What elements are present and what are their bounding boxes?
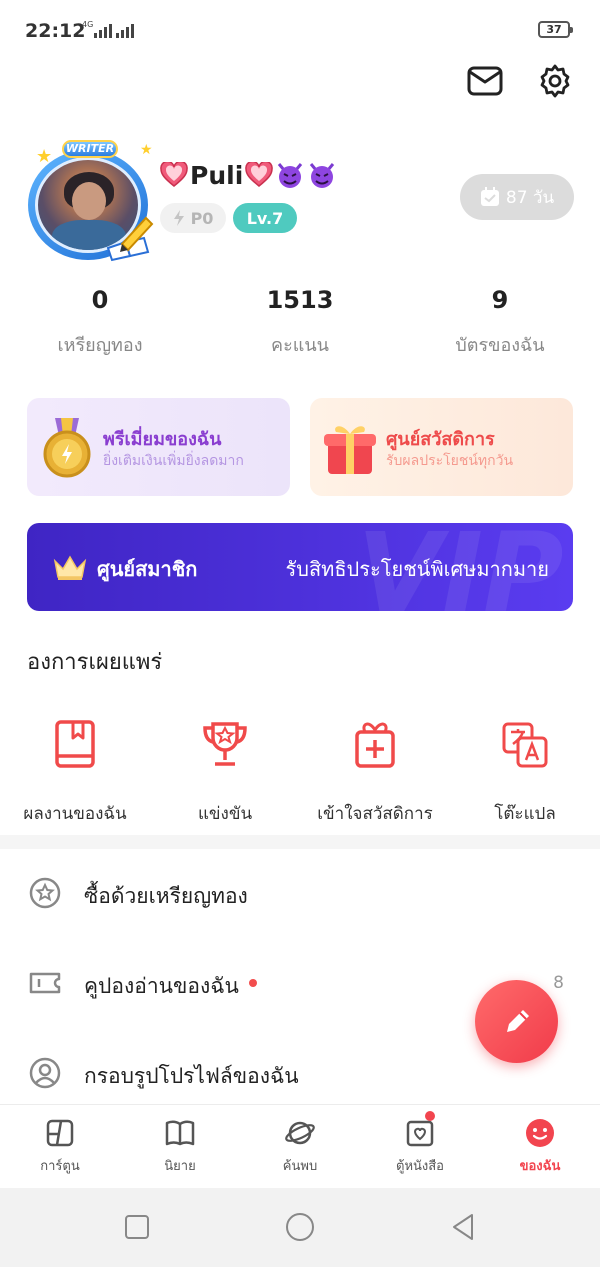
membership-text: รับสิทธิประโยชน์พิเศษมากมาย	[285, 557, 549, 581]
stat-gold-coins[interactable]: 0 เหรียญทอง	[0, 286, 200, 359]
section-title: องการเผยแพร่	[27, 650, 163, 675]
username: Puli	[190, 160, 244, 190]
pencil-icon	[506, 1009, 529, 1032]
devil-icon	[310, 163, 335, 188]
checkin-days: 87 วัน	[505, 187, 555, 208]
novel-icon	[165, 1120, 195, 1146]
tool-my-works[interactable]: ผลงานของฉัน	[0, 718, 150, 827]
header-actions	[466, 62, 574, 100]
smiley-icon	[526, 1119, 554, 1147]
tool-contest[interactable]: แข่งขัน	[150, 718, 300, 827]
stat-value: 1513	[266, 286, 334, 314]
bottom-nav: การ์ตูน นิยาย ค้นพบ ตู้หนังสือ ของฉัน	[0, 1104, 600, 1188]
crown-icon	[53, 555, 87, 580]
book-icon	[55, 720, 95, 768]
nav-label: นิยาย	[164, 1159, 196, 1174]
stats-row: 0 เหรียญทอง 1513 คะแนน 9 บัตรของฉัน	[0, 286, 600, 359]
recents-icon[interactable]	[122, 1212, 152, 1242]
nav-novels[interactable]: นิยาย	[120, 1105, 240, 1188]
tool-understand-benefits[interactable]: เข้าใจสวัสดิการ	[300, 718, 450, 827]
stat-value: 9	[491, 286, 509, 314]
bookshelf-icon	[406, 1120, 434, 1147]
welfare-title: ศูนย์สวัสดิการ	[386, 429, 495, 450]
medal-icon	[43, 418, 91, 478]
signal-icon	[94, 24, 112, 38]
status-time: 22:12	[25, 20, 86, 42]
trophy-icon	[203, 722, 247, 766]
checkin-button[interactable]: 87 วัน	[460, 174, 574, 220]
premium-title: พรีเมี่ยมของฉัน	[103, 429, 222, 450]
stat-my-cards[interactable]: 9 บัตรของฉัน	[400, 286, 600, 359]
writer-badge: WRITER	[62, 140, 118, 158]
gift-box-icon	[324, 426, 376, 474]
menu-label: คูปองอ่านของฉัน	[84, 974, 239, 998]
lightning-icon	[173, 210, 184, 226]
nav-label: การ์ตูน	[40, 1159, 80, 1174]
network-type: 4G	[82, 20, 94, 29]
username-row: Puli	[160, 160, 337, 190]
gift-icon	[355, 722, 395, 768]
stat-label: คะแนน	[271, 335, 329, 356]
coupon-count: 8	[553, 973, 564, 993]
back-icon[interactable]	[448, 1212, 478, 1242]
membership-banner[interactable]: VIP ศูนย์สมาชิก รับสิทธิประโยชน์พิเศษมาก…	[27, 523, 573, 611]
menu-label: ซื้อด้วยเหรียญทอง	[84, 884, 248, 908]
stat-label: เหรียญทอง	[57, 335, 143, 356]
menu-label-wrap: คูปองอ่านของฉัน	[84, 970, 257, 1003]
tool-label: โต๊ะแปล	[494, 804, 556, 824]
gear-icon[interactable]	[536, 62, 574, 100]
heart-icon	[245, 162, 274, 187]
nav-label: ของฉัน	[519, 1159, 561, 1174]
home-icon[interactable]	[285, 1212, 315, 1242]
publishing-tools: ผลงานของฉัน แข่งขัน เข้าใจสวัสดิการ โต๊ะ…	[0, 718, 600, 827]
star-icon: ★	[36, 146, 53, 167]
premium-subtitle: ยิ่งเติมเงินเพิ่มยิ่งลดมาก	[103, 453, 244, 469]
stat-value: 0	[91, 286, 109, 314]
tool-translation-desk[interactable]: โต๊ะแปล	[450, 718, 600, 827]
section-divider	[0, 835, 600, 849]
avatar-frame-icon	[29, 1057, 61, 1089]
ticket-icon	[29, 972, 61, 994]
system-nav-bar	[0, 1188, 600, 1267]
calendar-check-icon	[480, 187, 499, 206]
tool-label: เข้าใจสวัสดิการ	[317, 804, 433, 824]
tool-label: แข่งขัน	[197, 804, 253, 824]
tool-label: ผลงานของฉัน	[23, 804, 127, 824]
nav-me[interactable]: ของฉัน	[480, 1105, 600, 1188]
coin-star-icon	[29, 877, 61, 909]
signal-icon-2	[116, 24, 134, 38]
welfare-subtitle: รับผลประโยชน์ทุกวัน	[386, 453, 514, 469]
power-badge-label: P0	[190, 208, 214, 228]
battery-icon: 37	[538, 21, 573, 38]
devil-icon	[278, 163, 303, 188]
mail-icon[interactable]	[466, 62, 504, 100]
translate-icon	[502, 722, 548, 768]
menu-buy-with-coins[interactable]: ซื้อด้วยเหรียญทอง	[0, 849, 600, 939]
welfare-card[interactable]: ศูนย์สวัสดิการ รับผลประโยชน์ทุกวัน	[310, 398, 573, 496]
nav-label: ค้นพบ	[282, 1159, 318, 1174]
status-bar: 22:12 4G 37	[0, 0, 600, 60]
membership-title: ศูนย์สมาชิก	[97, 557, 198, 581]
nav-comics[interactable]: การ์ตูน	[0, 1105, 120, 1188]
stat-label: บัตรของฉัน	[455, 335, 545, 356]
premium-card[interactable]: พรีเมี่ยมของฉัน ยิ่งเติมเงินเพิ่มยิ่งลดม…	[27, 398, 290, 496]
nav-label: ตู้หนังสือ	[396, 1159, 444, 1174]
planet-icon	[285, 1121, 315, 1145]
star-icon: ★	[140, 142, 153, 158]
power-badge[interactable]: P0	[160, 203, 226, 233]
notification-dot	[248, 979, 257, 987]
nav-bookshelf[interactable]: ตู้หนังสือ	[360, 1105, 480, 1188]
menu-label: กรอบรูปโปรไฟล์ของฉัน	[84, 1064, 299, 1088]
stat-points[interactable]: 1513 คะแนน	[200, 286, 400, 359]
heart-icon	[160, 162, 188, 187]
pen-book-icon	[106, 216, 154, 262]
notification-dot	[425, 1111, 435, 1121]
nav-discover[interactable]: ค้นพบ	[240, 1105, 360, 1188]
comic-icon	[46, 1119, 74, 1147]
level-badge[interactable]: Lv.7	[233, 203, 297, 233]
write-button[interactable]	[475, 980, 558, 1063]
avatar[interactable]: WRITER ★ ★	[24, 140, 159, 265]
